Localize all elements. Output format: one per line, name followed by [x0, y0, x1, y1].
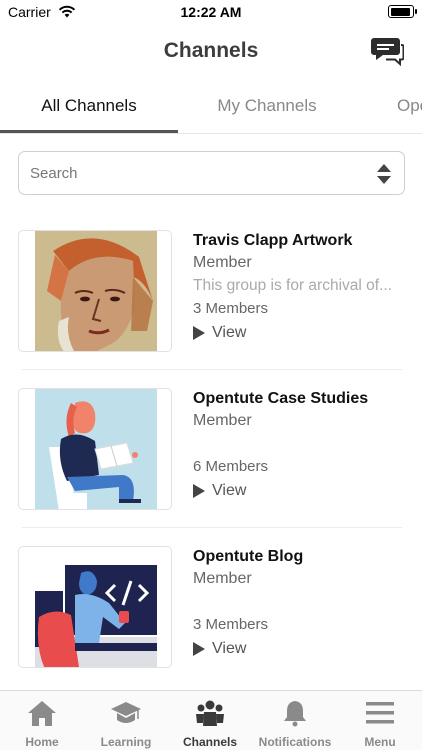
play-icon: [193, 326, 205, 340]
nav-learning[interactable]: Learning: [84, 691, 168, 750]
nav-label: Learning: [100, 735, 152, 749]
channel-title: Travis Clapp Artwork: [193, 232, 353, 249]
status-bar: Carrier 12:22 AM: [0, 0, 422, 26]
channel-thumbnail: [18, 230, 172, 352]
header: Channels: [0, 26, 422, 78]
search-select[interactable]: Search: [18, 151, 405, 195]
view-label: View: [212, 324, 247, 341]
view-label: View: [212, 640, 247, 657]
search-placeholder: Search: [30, 165, 78, 182]
reading-woman-illustration: [35, 389, 157, 509]
chat-bubbles-icon[interactable]: [370, 36, 404, 66]
channel-role: Member: [193, 254, 252, 271]
channel-thumbnail: [18, 546, 172, 668]
nav-label: Channels: [182, 735, 237, 749]
channel-row[interactable]: Opentute Blog Member 3 Members View: [0, 541, 422, 686]
play-icon: [193, 642, 205, 656]
channel-description: This group is for archival of...: [193, 277, 392, 294]
channel-members-count: 3 Members: [193, 616, 269, 633]
row-divider: [22, 369, 402, 370]
bell-icon: [284, 701, 306, 727]
channel-row[interactable]: Travis Clapp Artwork Member This group i…: [0, 225, 422, 370]
clock: 12:22 AM: [180, 4, 242, 20]
tab-my-channels[interactable]: My Channels: [178, 96, 356, 116]
view-label: View: [212, 482, 247, 499]
row-divider: [22, 527, 402, 528]
active-tab-indicator: [0, 130, 178, 133]
channel-role: Member: [193, 412, 252, 429]
channel-title: Opentute Case Studies: [193, 390, 369, 407]
tab-all-channels[interactable]: All Channels: [0, 96, 178, 116]
channel-members-count: 3 Members: [193, 300, 269, 317]
hamburger-menu-icon: [366, 702, 394, 724]
sort-arrows-icon: [377, 164, 391, 184]
portrait-artwork-image: [35, 231, 157, 351]
nav-menu[interactable]: Menu: [338, 691, 422, 750]
battery-icon: [388, 5, 417, 18]
nav-label: Menu: [364, 735, 396, 749]
play-icon: [193, 484, 205, 498]
home-icon: [28, 701, 56, 726]
people-icon: [196, 700, 224, 726]
tab-open-channels[interactable]: Ope: [397, 96, 422, 116]
nav-label: Notifications: [258, 735, 332, 749]
bottom-navigation: Home Learning Channels Notifications Men…: [0, 690, 422, 750]
nav-channels[interactable]: Channels: [168, 691, 252, 750]
channel-row[interactable]: Opentute Case Studies Member 6 Members V…: [0, 383, 422, 528]
developer-illustration: [35, 547, 157, 667]
channel-role: Member: [193, 570, 252, 587]
graduation-cap-icon: [111, 702, 141, 723]
channel-title: Opentute Blog: [193, 548, 304, 565]
channel-tabs: All Channels My Channels Ope: [0, 82, 422, 134]
page-title: Channels: [163, 39, 259, 62]
channel-members-count: 6 Members: [193, 458, 269, 475]
nav-home[interactable]: Home: [0, 691, 84, 750]
nav-notifications[interactable]: Notifications: [253, 691, 337, 750]
nav-label: Home: [25, 735, 59, 749]
channel-thumbnail: [18, 388, 172, 510]
